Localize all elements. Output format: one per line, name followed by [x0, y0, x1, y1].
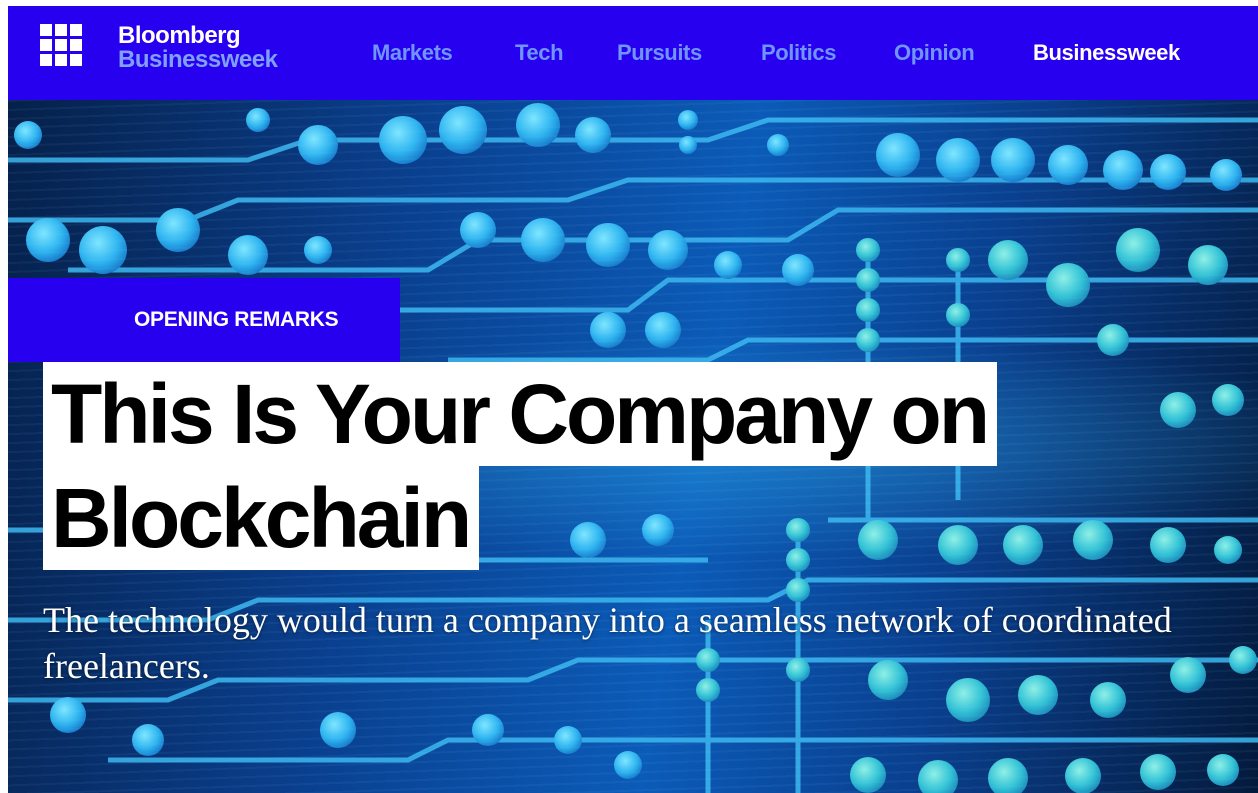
- nav-link-tech[interactable]: Tech: [515, 40, 564, 66]
- nav-link-opinion[interactable]: Opinion: [894, 40, 975, 66]
- article-headline: This Is Your Company on Blockchain: [43, 362, 998, 570]
- kicker-text: OPENING REMARKS: [134, 308, 339, 331]
- top-nav: Bloomberg Businessweek Markets Tech Purs…: [8, 6, 1258, 100]
- headline-line-2: Blockchain: [43, 466, 480, 570]
- headline-line-1: This Is Your Company on: [43, 362, 998, 466]
- kicker-label[interactable]: OPENING REMARKS: [8, 278, 400, 362]
- hero-image: OPENING REMARKS This Is Your Company on …: [8, 100, 1258, 793]
- article-dek: The technology would turn a company into…: [43, 600, 1172, 686]
- nav-link-markets[interactable]: Markets: [372, 40, 453, 66]
- section-nav: Markets Tech Pursuits Politics Opinion B…: [8, 6, 1258, 100]
- nav-link-businessweek[interactable]: Businessweek: [1033, 40, 1180, 66]
- page-frame: Bloomberg Businessweek Markets Tech Purs…: [8, 6, 1258, 793]
- nav-link-pursuits[interactable]: Pursuits: [617, 40, 702, 66]
- nav-link-politics[interactable]: Politics: [761, 40, 836, 66]
